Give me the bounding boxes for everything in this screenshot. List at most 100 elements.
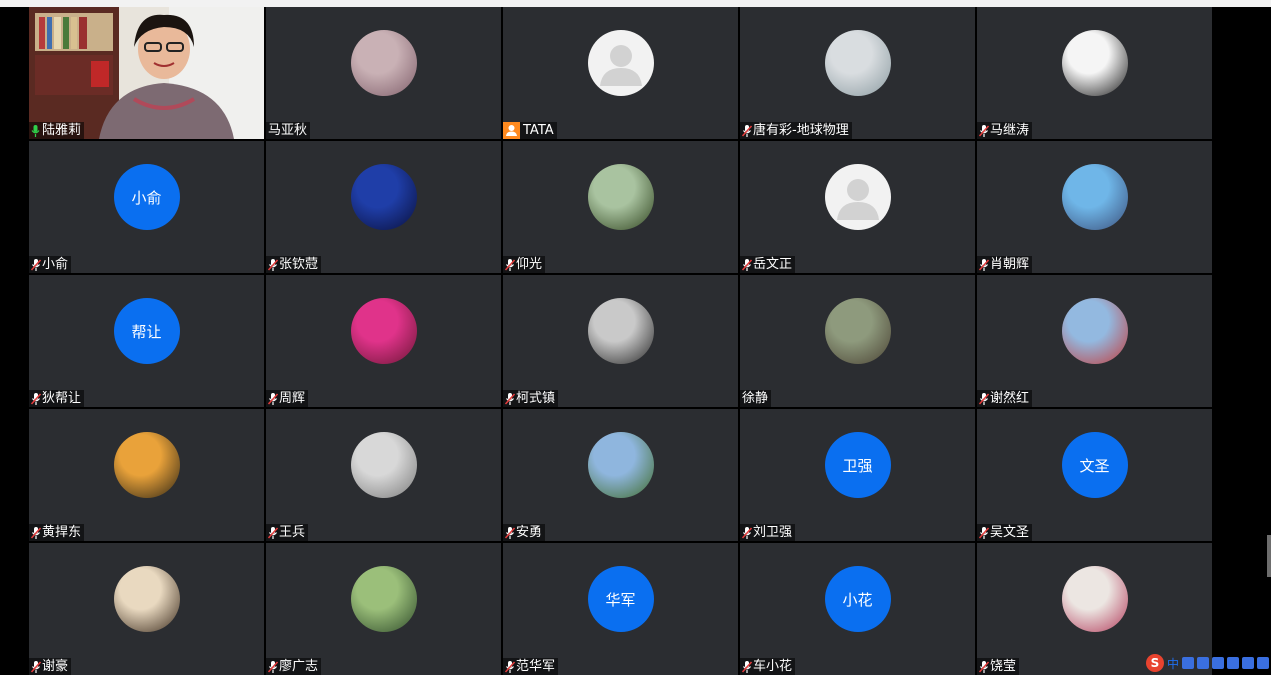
mic-muted-icon [268, 258, 278, 271]
participant-name-tag: 徐静 [740, 390, 772, 407]
avatar-photo [350, 164, 417, 230]
mic-muted-icon [31, 392, 41, 405]
avatar-photo [1061, 164, 1128, 230]
participant-name: 仰光 [516, 257, 543, 272]
participant-tile[interactable]: 张钦蒄 [266, 141, 501, 273]
avatar-photo [113, 566, 180, 632]
participant-name: 饶莹 [990, 659, 1017, 674]
avatar-photo [587, 432, 654, 498]
participant-grid: 陆雅莉 马亚秋 TATA 唐有彩-地球物理 马继涛 小俞 小俞 张钦蒄 仰光 岳文正 肖朝辉 帮让 狄帮… [29, 7, 1214, 675]
mic-muted-icon [505, 526, 515, 539]
ime-keyboard-icon[interactable] [1227, 657, 1239, 669]
avatar-photo [350, 30, 417, 96]
avatar-photo [824, 30, 891, 96]
user-badge-icon [503, 122, 520, 139]
participant-name: 唐有彩-地球物理 [753, 123, 849, 138]
avatar-photo [350, 566, 417, 632]
mic-muted-icon [268, 660, 278, 673]
participant-name-tag: 张钦蒄 [266, 256, 322, 273]
participant-name: 肖朝辉 [990, 257, 1030, 272]
mic-muted-icon [979, 258, 989, 271]
avatar-initials: 帮让 [113, 298, 180, 364]
avatar-photo [587, 298, 654, 364]
participant-name-tag: 柯式镇 [503, 390, 559, 407]
participant-tile[interactable]: 马亚秋 [266, 7, 501, 139]
participant-name-tag: 小俞 [29, 256, 72, 273]
participant-name: 狄帮让 [42, 391, 82, 406]
avatar-initials: 小俞 [113, 164, 180, 230]
avatar-photo [350, 298, 417, 364]
participant-tile[interactable]: 马继涛 [977, 7, 1212, 139]
avatar-photo [1061, 30, 1128, 96]
participant-name-tag: 肖朝辉 [977, 256, 1033, 273]
mic-muted-icon [505, 660, 515, 673]
participant-tile[interactable]: 王兵 [266, 409, 501, 541]
avatar-photo [587, 164, 654, 230]
ime-punct-icon[interactable] [1182, 657, 1194, 669]
participant-tile[interactable]: 谢然红 [977, 275, 1212, 407]
mic-muted-icon [31, 660, 41, 673]
participant-tile[interactable]: 华军范华军 [503, 543, 738, 675]
ime-mode-label[interactable]: 中 [1167, 655, 1179, 672]
window-top-strip [0, 0, 1271, 7]
avatar-initials: 文圣 [1061, 432, 1128, 498]
participant-tile[interactable]: 柯式镇 [503, 275, 738, 407]
participant-name-tag: 刘卫强 [740, 524, 796, 541]
participant-name: 周辉 [279, 391, 306, 406]
participant-tile[interactable]: 廖广志 [266, 543, 501, 675]
side-panel-handle[interactable] [1267, 535, 1271, 577]
ime-voice-icon[interactable] [1212, 657, 1224, 669]
participant-name: 小俞 [42, 257, 69, 272]
ime-menu-icon[interactable] [1257, 657, 1269, 669]
mic-muted-icon [979, 526, 989, 539]
participant-name: 王兵 [279, 525, 306, 540]
mic-muted-icon [742, 526, 752, 539]
participant-tile[interactable]: 谢豪 [29, 543, 264, 675]
participant-tile[interactable]: 帮让狄帮让 [29, 275, 264, 407]
participant-name: 车小花 [753, 659, 793, 674]
default-user-icon [824, 164, 891, 230]
sogou-logo-icon[interactable]: S [1145, 654, 1164, 672]
participant-video [29, 7, 264, 139]
participant-name: 廖广志 [279, 659, 319, 674]
participant-name: 岳文正 [753, 257, 793, 272]
participant-tile[interactable]: 卫强 刘卫强 [740, 409, 975, 541]
mic-muted-icon [31, 526, 41, 539]
participant-tile[interactable]: 黄捍东 [29, 409, 264, 541]
ime-toolbar[interactable]: S 中 [1145, 654, 1269, 672]
participant-tile[interactable]: 安勇 [503, 409, 738, 541]
participant-tile[interactable]: 唐有彩-地球物理 [740, 7, 975, 139]
participant-name: 范华军 [516, 659, 556, 674]
participant-tile[interactable]: 岳文正 [740, 141, 975, 273]
participant-tile[interactable]: 小俞 小俞 [29, 141, 264, 273]
ime-skin-icon[interactable] [1242, 657, 1254, 669]
participant-name-tag: 狄帮让 [29, 390, 85, 407]
participant-name: 黄捍东 [42, 525, 82, 540]
participant-tile[interactable]: 徐静 [740, 275, 975, 407]
participant-tile[interactable]: 周辉 [266, 275, 501, 407]
participant-tile[interactable]: 文圣 吴文圣 [977, 409, 1212, 541]
participant-name: TATA [523, 123, 554, 138]
avatar-photo [1061, 566, 1128, 632]
participant-tile[interactable]: 肖朝辉 [977, 141, 1212, 273]
avatar-initials: 华军 [587, 566, 654, 632]
participant-tile[interactable]: 仰光 [503, 141, 738, 273]
avatar-photo [824, 298, 891, 364]
mic-muted-icon [979, 660, 989, 673]
mic-muted-icon [742, 660, 752, 673]
participant-name: 安勇 [516, 525, 543, 540]
participant-name-tag: 陆雅莉 [29, 122, 85, 139]
ime-emoji-icon[interactable] [1197, 657, 1209, 669]
participant-name-tag: 黄捍东 [29, 524, 85, 541]
participant-name-tag: 马亚秋 [266, 122, 311, 139]
mic-muted-icon [979, 124, 989, 137]
avatar-photo [113, 432, 180, 498]
participant-name: 马亚秋 [268, 123, 308, 138]
participant-tile[interactable]: TATA [503, 7, 738, 139]
default-user-icon [587, 30, 654, 96]
participant-tile[interactable]: 小花车小花 [740, 543, 975, 675]
participant-tile[interactable]: 陆雅莉 [29, 7, 264, 139]
avatar-photo [350, 432, 417, 498]
avatar-initials: 小花 [824, 566, 891, 632]
participant-name: 马继涛 [990, 123, 1030, 138]
